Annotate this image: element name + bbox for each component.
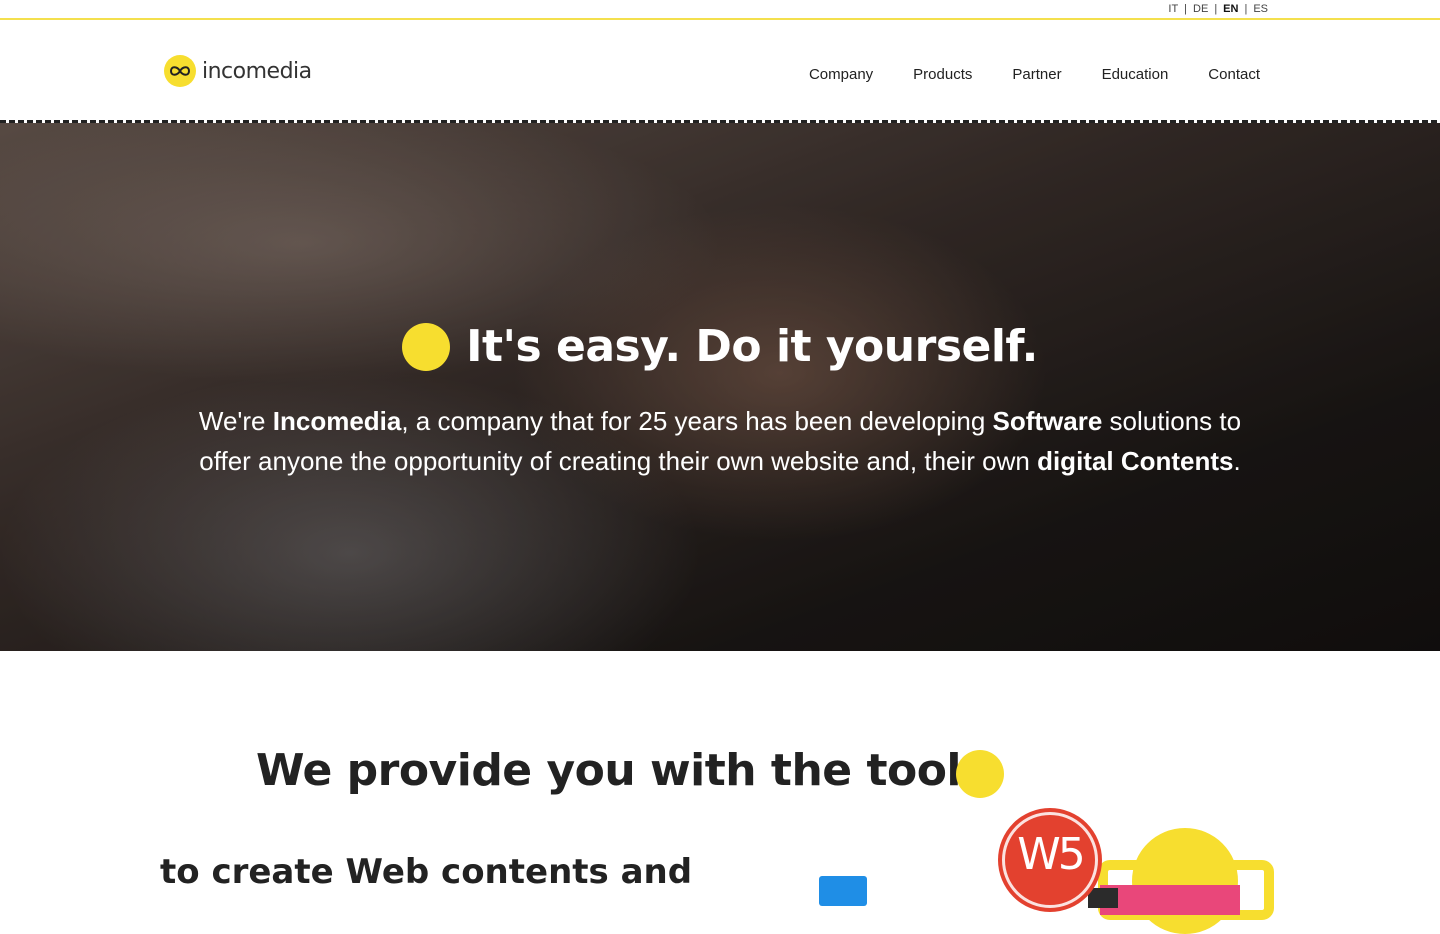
lang-it[interactable]: IT: [1168, 3, 1178, 15]
infinity-logo-icon: [164, 55, 196, 87]
nav-company[interactable]: Company: [789, 66, 893, 83]
pink-illustration-shape: [1100, 885, 1240, 915]
site-header: incomedia Company Products Partner Educa…: [0, 20, 1440, 120]
language-switcher: IT | DE | EN | ES: [1168, 3, 1268, 15]
incomedia-logo[interactable]: incomedia: [164, 55, 312, 87]
tools-section-subtitle: to create Web contents and: [160, 852, 693, 892]
nav-products[interactable]: Products: [893, 66, 992, 83]
hero-banner: It's easy. Do it yourself. We're Incomed…: [0, 123, 1440, 651]
lang-de[interactable]: DE: [1193, 3, 1208, 15]
hero-text-bold-digital-contents: digital Contents: [1037, 446, 1234, 476]
tools-section-title: We provide you with the tools: [256, 745, 987, 796]
website-x5-badge-icon: W5: [998, 808, 1102, 912]
hero-text-part: .: [1233, 446, 1241, 476]
hero-overlay: [0, 123, 1440, 651]
nav-partner[interactable]: Partner: [992, 66, 1081, 83]
lang-en[interactable]: EN: [1223, 3, 1238, 15]
logo-wordmark: incomedia: [202, 58, 312, 84]
nav-education[interactable]: Education: [1082, 66, 1189, 83]
main-nav: Company Products Partner Education Conta…: [789, 66, 1280, 83]
hero-text-bold-incomedia: Incomedia: [272, 406, 402, 436]
hero-title: It's easy. Do it yourself.: [466, 321, 1038, 372]
hero-text-part: , a company that for 25 years has been d…: [401, 406, 993, 436]
hero-text-bold-software: Software: [992, 406, 1103, 436]
yellow-dot-icon: [956, 750, 1004, 798]
yellow-dot-icon: [402, 322, 451, 371]
lang-separator: |: [1184, 3, 1188, 15]
language-bar: IT | DE | EN | ES: [0, 0, 1440, 20]
dark-illustration-shape: [1088, 888, 1118, 908]
lang-separator: |: [1244, 3, 1248, 15]
nav-contact[interactable]: Contact: [1188, 66, 1280, 83]
hero-description: We're Incomedia, a company that for 25 y…: [180, 401, 1260, 481]
hero-text-part: We're: [198, 406, 273, 436]
badge-text: W5: [1017, 828, 1085, 880]
blue-illustration-shape: [819, 876, 867, 906]
lang-es[interactable]: ES: [1253, 3, 1268, 15]
lang-separator: |: [1214, 3, 1218, 15]
hero-title-row: It's easy. Do it yourself.: [0, 321, 1440, 372]
